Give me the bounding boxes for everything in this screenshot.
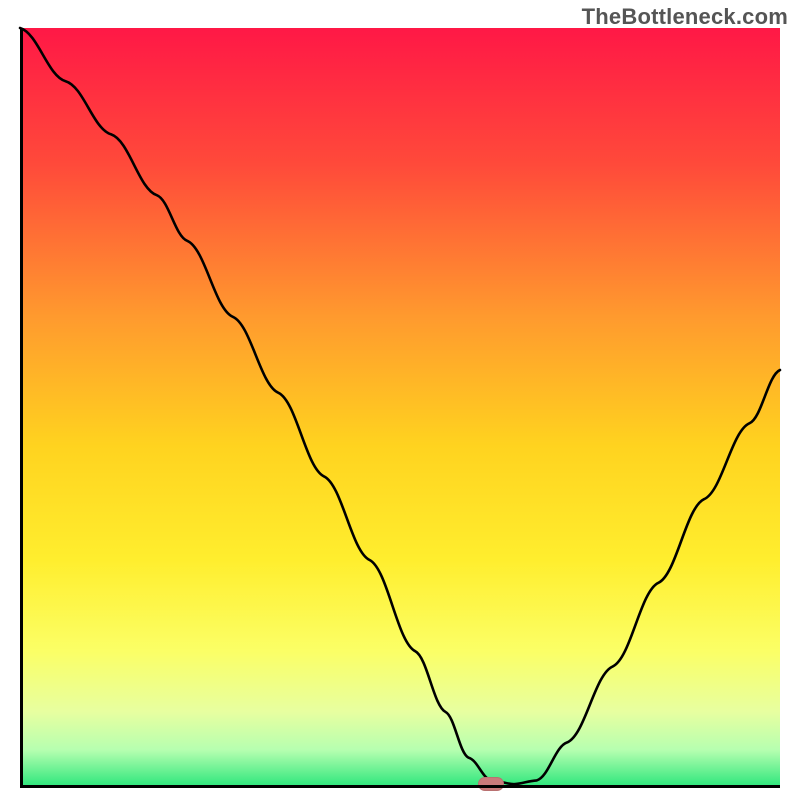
x-axis-line [20,785,780,788]
y-axis-line [20,28,23,788]
watermark-text: TheBottleneck.com [582,4,788,30]
bottleneck-curve [20,28,780,788]
chart-axes [20,28,780,788]
chart-root: TheBottleneck.com [0,0,800,800]
